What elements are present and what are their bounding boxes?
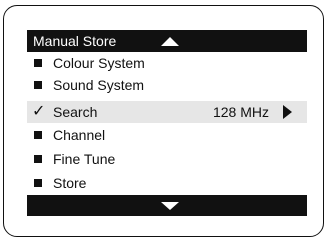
checkmark-icon: ✓	[32, 103, 46, 120]
up-arrow-icon[interactable]	[161, 37, 179, 46]
square-bullet-icon	[34, 179, 42, 187]
menu-item-label: Colour System	[53, 55, 145, 71]
square-bullet-icon	[34, 155, 42, 163]
menu-item-fine-tune[interactable]: Fine Tune	[27, 148, 307, 170]
square-bullet-icon	[34, 59, 42, 67]
menu-item-label: Channel	[53, 127, 106, 143]
right-arrow-icon[interactable]	[283, 105, 292, 119]
search-frequency-value: 128 MHz	[212, 104, 269, 120]
menu-title: Manual Store	[33, 33, 117, 49]
menu-item-search[interactable]: ✓ Search 128 MHz	[27, 101, 307, 123]
menu-header: Manual Store	[27, 30, 307, 52]
menu-item-label: Sound System	[53, 77, 145, 93]
menu-item-store[interactable]: Store	[27, 172, 307, 194]
square-bullet-icon	[34, 131, 42, 139]
menu-item-channel[interactable]: Channel	[27, 124, 307, 146]
menu-item-colour-system[interactable]: Colour System	[27, 52, 307, 74]
menu-item-sound-system[interactable]: Sound System	[27, 74, 307, 96]
down-arrow-icon[interactable]	[161, 202, 179, 210]
menu-item-label: Search	[53, 104, 98, 120]
menu-item-label: Store	[53, 175, 87, 191]
square-bullet-icon	[34, 81, 42, 89]
menu-footer	[27, 195, 307, 216]
menu-item-label: Fine Tune	[53, 151, 116, 167]
